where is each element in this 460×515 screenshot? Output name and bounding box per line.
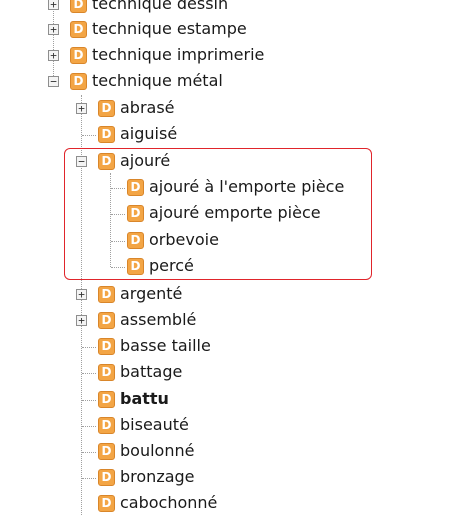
node-label[interactable]: technique estampe	[92, 19, 247, 39]
descriptor-d-icon: D	[98, 312, 115, 329]
highlight-box	[64, 148, 372, 280]
expand-toggle-icon[interactable]: +	[48, 50, 59, 61]
tree-connector-h	[82, 452, 96, 453]
expand-toggle-icon[interactable]: +	[48, 24, 59, 35]
descriptor-d-icon: D	[98, 338, 115, 355]
node-label[interactable]: cabochonné	[120, 493, 217, 513]
node-label[interactable]: bronzage	[120, 467, 195, 487]
tree-connector-h	[82, 400, 96, 401]
node-label-selected[interactable]: battu	[120, 389, 169, 409]
node-label[interactable]: basse taille	[120, 336, 211, 356]
descriptor-d-icon: D	[98, 126, 115, 143]
node-label[interactable]: assemblé	[120, 310, 196, 330]
node-label[interactable]: abrasé	[120, 98, 175, 118]
collapse-toggle-icon[interactable]: −	[48, 76, 59, 87]
node-label[interactable]: technique imprimerie	[92, 45, 264, 65]
tree-connector-h	[82, 135, 96, 136]
descriptor-d-icon: D	[98, 286, 115, 303]
descriptor-d-icon: D	[70, 21, 87, 38]
node-label[interactable]: technique métal	[92, 71, 223, 91]
node-label[interactable]: boulonné	[120, 441, 194, 461]
tree-connector-h	[82, 426, 96, 427]
descriptor-d-icon: D	[98, 417, 115, 434]
node-label[interactable]: argenté	[120, 284, 182, 304]
node-label[interactable]: battage	[120, 362, 182, 382]
thesaurus-tree: + D technique dessin + D technique estam…	[0, 0, 460, 515]
descriptor-d-icon: D	[98, 495, 115, 512]
tree-connector-h	[82, 347, 96, 348]
expand-toggle-icon[interactable]: +	[48, 0, 59, 10]
node-label[interactable]: aiguisé	[120, 124, 177, 144]
descriptor-d-icon: D	[98, 364, 115, 381]
node-label[interactable]: biseauté	[120, 415, 189, 435]
tree-connector-h	[82, 373, 96, 374]
expand-toggle-icon[interactable]: +	[76, 103, 87, 114]
expand-toggle-icon[interactable]: +	[76, 315, 87, 326]
tree-connector-level0	[53, 0, 54, 82]
descriptor-d-icon: D	[98, 469, 115, 486]
expand-toggle-icon[interactable]: +	[76, 289, 87, 300]
descriptor-d-icon: D	[98, 391, 115, 408]
tree-connector-h	[82, 478, 96, 479]
node-label[interactable]: technique dessin	[92, 0, 228, 14]
descriptor-d-icon: D	[70, 47, 87, 64]
descriptor-d-icon: D	[70, 0, 87, 13]
descriptor-d-icon: D	[98, 443, 115, 460]
descriptor-d-icon: D	[98, 100, 115, 117]
descriptor-d-icon: D	[70, 73, 87, 90]
